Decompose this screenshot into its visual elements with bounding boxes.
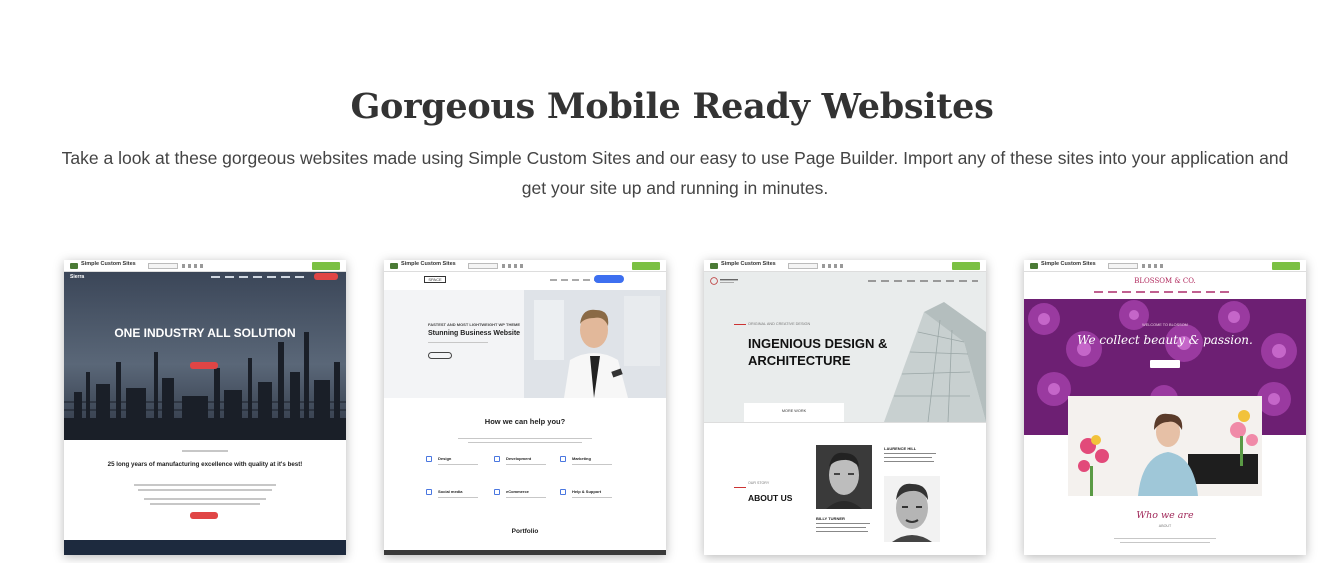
template-hero-title: ONE INDUSTRY ALL SOLUTION [114,326,296,340]
template-logo: Sierra [70,274,85,280]
template-kicker: FASTEST AND MOST LIGHTWEIGHT WP THEME [428,322,520,327]
builder-bar: Simple Custom Sites [64,260,346,272]
more-work-box: MORE WORK [744,403,844,422]
template-help-title: How we can help you? [484,417,566,426]
builder-logo-icon [710,263,718,269]
hero-title-line-1: INGENIOUS DESIGN & [748,336,888,351]
development-icon [494,456,500,462]
template-select [148,263,178,269]
person-name-1: LAURENCE HILL [884,446,917,451]
template-hero-title: INGENIOUS DESIGN & ARCHITECTURE [748,335,887,369]
hero-section [384,290,666,398]
more-work-link: MORE WORK [781,409,807,413]
device-icons [822,264,844,268]
template-nav [1094,291,1234,293]
kicker-divider [734,324,746,325]
template-hero-button [428,352,452,359]
import-button [1272,262,1300,270]
template-logo [710,277,738,285]
builder-name: Simple Custom Sites [721,261,776,267]
builder-bar: Simple Custom Sites [704,260,986,272]
template-footer-strip [64,540,346,555]
marketing-icon [560,456,566,462]
template-section-title: 25 long years of manufacturing excellenc… [107,461,303,468]
template-card-business[interactable]: Simple Custom Sites SPACE FASTEST AND MO… [384,260,666,555]
builder-bar: Simple Custom Sites [1024,260,1306,272]
template-hero-title: We collect beauty & passion. [1077,333,1253,347]
template-select [788,263,818,269]
hero-section [64,272,346,440]
about-label: ABOUT [1158,524,1172,528]
template-select [468,263,498,269]
template-select [1108,263,1138,269]
person-name-2: BILLY TURNER [816,516,845,521]
section-title: Gorgeous Mobile Ready Websites [350,86,994,127]
service-help-support: Help & Support [572,489,602,494]
builder-name: Simple Custom Sites [81,261,136,267]
template-nav [868,280,978,282]
template-hero-button [190,362,218,369]
builder-name: Simple Custom Sites [401,261,456,267]
service-social-media: Social media [438,489,463,494]
template-hero-title: Stunning Business Website [428,330,521,337]
template-portfolio-title: Portfolio [511,528,539,535]
template-footer-strip [384,550,666,555]
builder-logo-icon [390,263,398,269]
template-kicker: WELCOME TO BLOSSOM [1142,323,1188,327]
florist-photo-image [1068,396,1262,496]
template-logo: SPACE [424,276,446,283]
template-card-architecture[interactable]: Simple Custom Sites ORIGINAL AND CREATIV… [704,260,986,555]
template-kicker: ORIGINAL AND CREATIVE DESIGN [748,322,811,326]
support-icon [560,489,566,495]
about-title: ABOUT US [748,493,793,503]
device-icons [182,264,204,268]
section-description: Take a look at these gorgeous websites m… [61,148,1289,198]
device-icons [502,264,524,268]
template-card-florist[interactable]: Simple Custom Sites BLOSSOM & CO. WELCOM… [1024,260,1306,555]
builder-name: Simple Custom Sites [1041,261,1096,267]
who-we-are-title: Who we are [1136,510,1194,521]
builder-logo-icon [70,263,78,269]
import-button [312,262,340,270]
template-section-button [190,512,218,519]
template-nav-button [314,273,338,280]
builder-bar: Simple Custom Sites [384,260,666,272]
service-design: Design [438,456,452,461]
cart-icon [494,489,500,495]
social-media-icon [426,489,432,495]
businessman-image [524,290,666,398]
hero-title-line-2: ARCHITECTURE [748,353,851,368]
design-icon [426,456,432,462]
portrait-image-2 [884,476,940,542]
device-icons [1142,264,1164,268]
template-nav [211,276,306,278]
builder-logo-icon [1030,263,1038,269]
service-marketing: Marketing [572,456,591,461]
portrait-image-1 [816,445,872,509]
import-button [632,262,660,270]
template-brand: BLOSSOM & CO. [1134,277,1196,285]
service-development: Development [506,456,532,461]
template-hero-button [1150,360,1180,368]
about-divider [734,487,746,488]
about-kicker: OUR STORY [748,481,770,485]
import-button [952,262,980,270]
service-ecommerce: eCommerce [506,489,529,494]
template-card-industry[interactable]: Simple Custom Sites Sierra ONE INDUSTRY … [64,260,346,555]
template-nav-button [594,275,624,283]
factory-skyline-image [64,332,346,440]
